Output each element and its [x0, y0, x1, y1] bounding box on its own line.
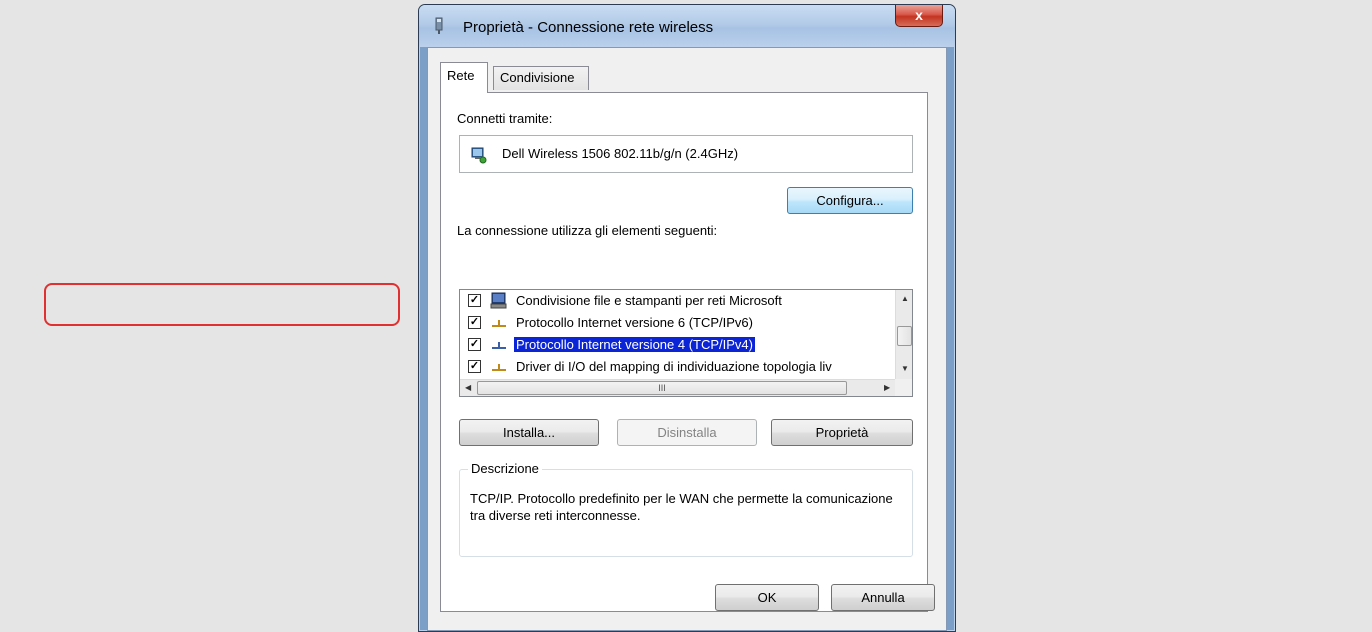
- scroll-up-icon[interactable]: ▲: [901, 294, 909, 303]
- scroll-left-icon[interactable]: ◀: [465, 383, 471, 392]
- components-label: La connessione utilizza gli elementi seg…: [457, 223, 718, 238]
- description-title: Descrizione: [468, 461, 542, 476]
- list-item-label: Protocollo Internet versione 6 (TCP/IPv6…: [516, 315, 753, 330]
- scroll-corner: [895, 379, 912, 396]
- protocol-icon: [492, 320, 506, 327]
- horizontal-scroll-thumb[interactable]: III: [477, 381, 847, 395]
- components-list[interactable]: ✓ Condivisione file e stampanti per reti…: [459, 289, 913, 397]
- scroll-down-icon[interactable]: ▼: [901, 364, 909, 373]
- list-item-label: Condivisione file e stampanti per reti M…: [516, 293, 782, 308]
- checkbox[interactable]: ✓: [468, 338, 481, 351]
- checkbox[interactable]: ✓: [468, 360, 481, 373]
- title-bar[interactable]: Proprietà - Connessione rete wireless x: [419, 5, 955, 47]
- protocol-icon: [492, 364, 506, 371]
- ok-button[interactable]: OK: [715, 584, 819, 611]
- tab-rete[interactable]: Rete: [440, 62, 488, 93]
- window-title: Proprietà - Connessione rete wireless: [463, 19, 714, 36]
- horizontal-scrollbar[interactable]: ◀ III ▶: [460, 379, 897, 396]
- checkbox[interactable]: ✓: [468, 294, 481, 307]
- properties-button[interactable]: Proprietà: [771, 419, 913, 446]
- uninstall-button[interactable]: Disinstalla: [617, 419, 757, 446]
- vertical-scrollbar[interactable]: ▲ ▼: [895, 290, 912, 380]
- wireless-adapter-icon: [471, 147, 487, 164]
- list-item[interactable]: ✓ Driver di I/O del mapping di individua…: [460, 356, 880, 378]
- description-group: Descrizione TCP/IP. Protocollo predefini…: [459, 461, 913, 557]
- tab-condivisione[interactable]: Condivisione: [493, 66, 589, 90]
- connect-via-label: Connetti tramite:: [457, 111, 553, 126]
- properties-dialog: Proprietà - Connessione rete wireless x …: [418, 4, 956, 632]
- install-button[interactable]: Installa...: [459, 419, 599, 446]
- network-adapter-icon: [435, 17, 443, 34]
- description-text: TCP/IP. Protocollo predefinito per le WA…: [470, 491, 893, 523]
- tab-panel-rete: Connetti tramite: Dell Wireless 1506 802…: [440, 92, 928, 612]
- close-button[interactable]: x: [895, 5, 943, 27]
- scroll-right-icon[interactable]: ▶: [884, 383, 890, 392]
- checkbox[interactable]: ✓: [468, 316, 481, 329]
- vertical-scroll-thumb[interactable]: [897, 326, 912, 346]
- highlight-annotation: [44, 283, 400, 326]
- list-item[interactable]: ✓ Protocollo Internet versione 6 (TCP/IP…: [460, 312, 880, 334]
- list-item-selected[interactable]: ✓ Protocollo Internet versione 4 (TCP/IP…: [460, 334, 880, 356]
- adapter-name: Dell Wireless 1506 802.11b/g/n (2.4GHz): [502, 146, 739, 161]
- dialog-body: Rete Condivisione Connetti tramite: Dell…: [427, 47, 947, 631]
- configure-button[interactable]: Configura...: [787, 187, 913, 214]
- list-item-label: Protocollo Internet versione 4 (TCP/IPv4…: [514, 337, 755, 352]
- list-item[interactable]: ✓ Condivisione file e stampanti per reti…: [460, 290, 880, 312]
- protocol-icon: [492, 342, 506, 349]
- list-item-label: Driver di I/O del mapping di individuazi…: [516, 359, 832, 374]
- cancel-button[interactable]: Annulla: [831, 584, 935, 611]
- network-client-icon: [490, 292, 507, 309]
- adapter-field: Dell Wireless 1506 802.11b/g/n (2.4GHz): [459, 135, 913, 173]
